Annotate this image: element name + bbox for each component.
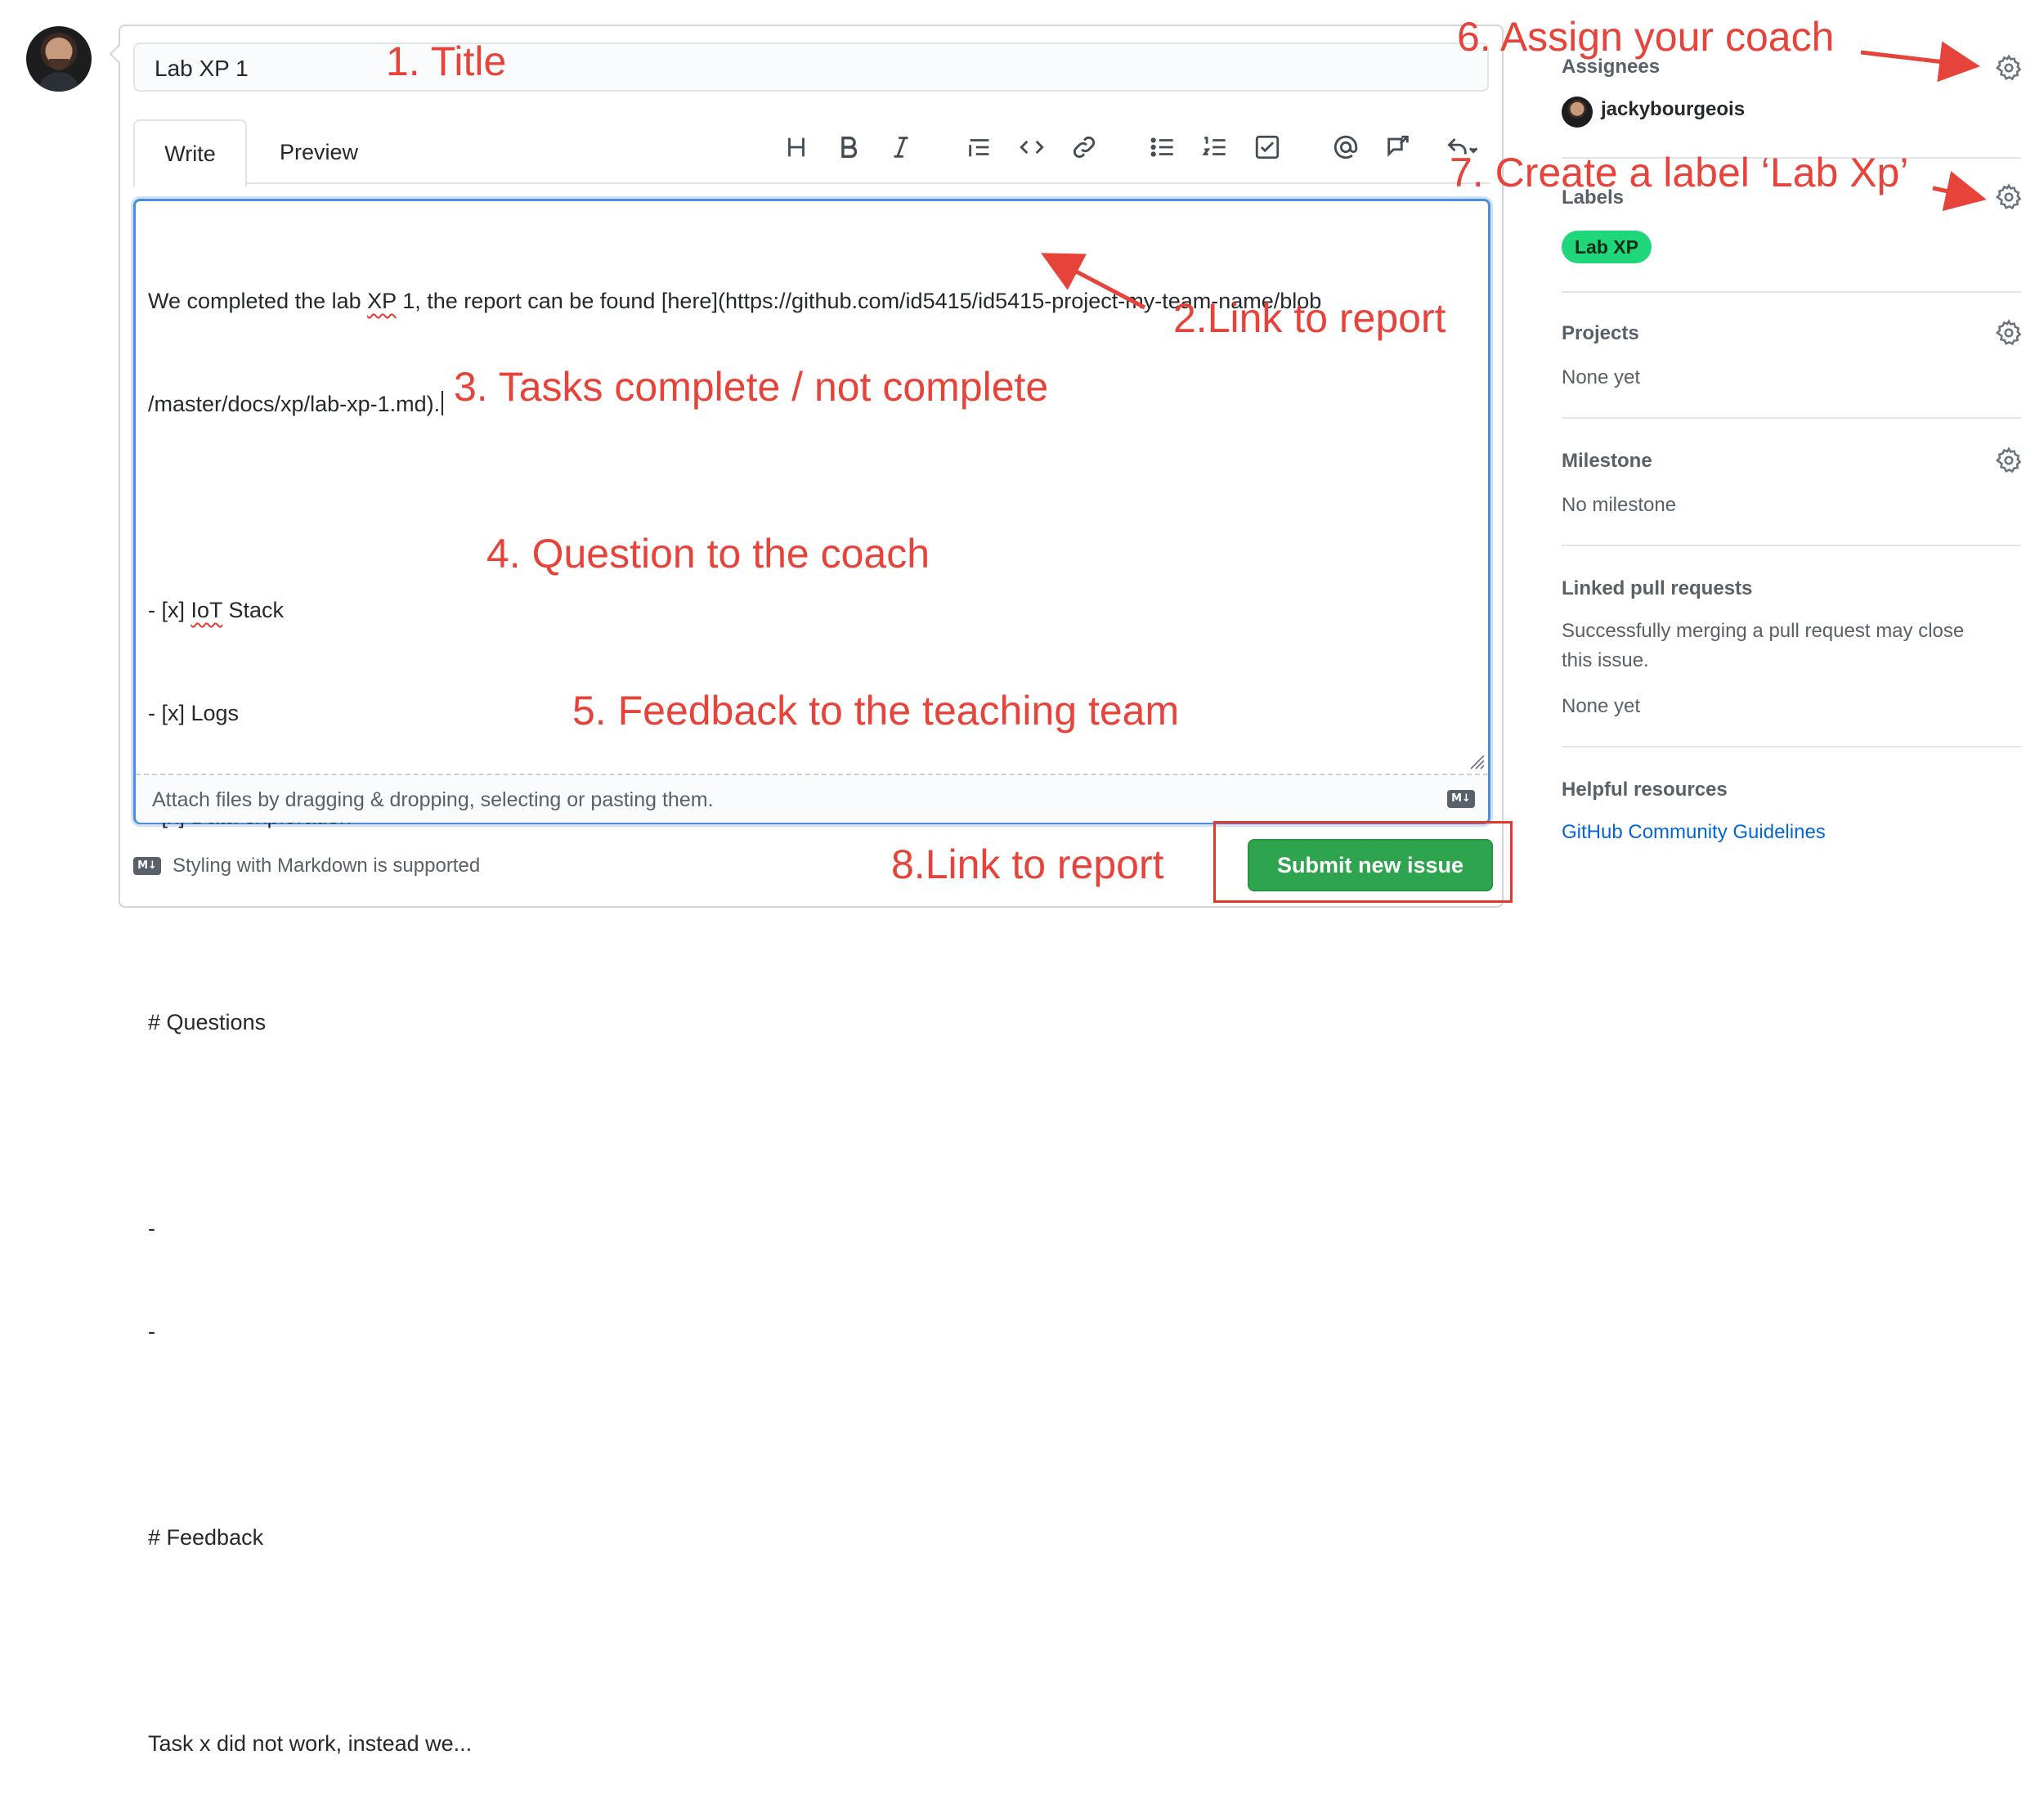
annotation-title: 1. Title	[386, 38, 507, 84]
label-chip[interactable]: Lab XP	[1562, 231, 1652, 263]
assignee-username[interactable]: jackybourgeois	[1601, 98, 1745, 121]
milestone-gear-icon[interactable]	[1995, 447, 2023, 474]
link-icon[interactable]	[1066, 129, 1102, 165]
text-caret	[442, 391, 444, 415]
milestone-value: No milestone	[1562, 494, 1677, 516]
arrow-to-assignees-gear	[1860, 41, 1980, 83]
annotation-assign-coach: 6. Assign your coach	[1457, 14, 1835, 60]
italic-icon[interactable]	[883, 129, 919, 165]
assignee-avatar	[1562, 96, 1593, 128]
issue-body-text: We completed the lab XP 1, the report ca…	[148, 289, 1322, 1756]
reference-icon[interactable]	[1380, 129, 1416, 165]
linked-prs-value: None yet	[1562, 695, 1641, 717]
annotation-question: 4. Question to the coach	[486, 531, 930, 577]
annotation-create-label: 7. Create a label ‘Lab Xp’	[1450, 150, 1909, 195]
sidebar-divider	[1562, 746, 2021, 747]
annotation-submit: 8.Link to report	[891, 841, 1164, 887]
linked-prs-description-1: Successfully merging a pull request may …	[1562, 620, 1965, 642]
community-guidelines-link[interactable]: GitHub Community Guidelines	[1562, 821, 1826, 844]
resize-grip-icon[interactable]	[1468, 752, 1486, 770]
assignees-gear-icon[interactable]	[1995, 54, 2023, 82]
annotation-tasks: 3. Tasks complete / not complete	[454, 364, 1049, 410]
arrow-to-labels-gear	[1932, 171, 1987, 212]
tab-write[interactable]: Write	[133, 119, 247, 186]
labels-gear-icon[interactable]	[1995, 183, 2023, 211]
milestone-heading[interactable]: Milestone	[1562, 450, 1652, 473]
annotation-feedback: 5. Feedback to the teaching team	[572, 688, 1180, 734]
bold-icon[interactable]	[831, 129, 867, 165]
mention-icon[interactable]	[1328, 129, 1364, 165]
sidebar-divider	[1562, 417, 2021, 419]
annotation-link-to-report: 2.Link to report	[1173, 295, 1446, 341]
projects-value: None yet	[1562, 366, 1641, 388]
markdown-icon: M↓	[1447, 790, 1475, 808]
quote-icon[interactable]	[961, 129, 997, 165]
code-icon[interactable]	[1014, 129, 1050, 165]
numbered-list-icon[interactable]	[1197, 129, 1233, 165]
issue-title-input[interactable]: Lab XP 1	[133, 43, 1489, 92]
helpful-resources-heading: Helpful resources	[1562, 779, 1728, 801]
sidebar-divider	[1562, 291, 2021, 293]
markdown-icon: M↓	[133, 857, 161, 875]
task-list-icon[interactable]	[1249, 129, 1285, 165]
heading-icon[interactable]	[778, 129, 814, 165]
sidebar-divider	[1562, 545, 2021, 546]
markdown-support-note[interactable]: M↓ Styling with Markdown is supported	[133, 852, 480, 880]
projects-gear-icon[interactable]	[1995, 319, 2023, 347]
tab-preview[interactable]: Preview	[253, 119, 384, 183]
projects-heading[interactable]: Projects	[1562, 322, 1639, 345]
linked-prs-heading: Linked pull requests	[1562, 577, 1753, 599]
user-avatar[interactable]	[26, 26, 92, 92]
linked-prs-description-2: this issue.	[1562, 649, 1649, 671]
bulleted-list-icon[interactable]	[1145, 129, 1181, 165]
attach-files-bar[interactable]: Attach files by dragging & dropping, sel…	[136, 774, 1488, 823]
submit-new-issue-button[interactable]: Submit new issue	[1248, 839, 1493, 891]
